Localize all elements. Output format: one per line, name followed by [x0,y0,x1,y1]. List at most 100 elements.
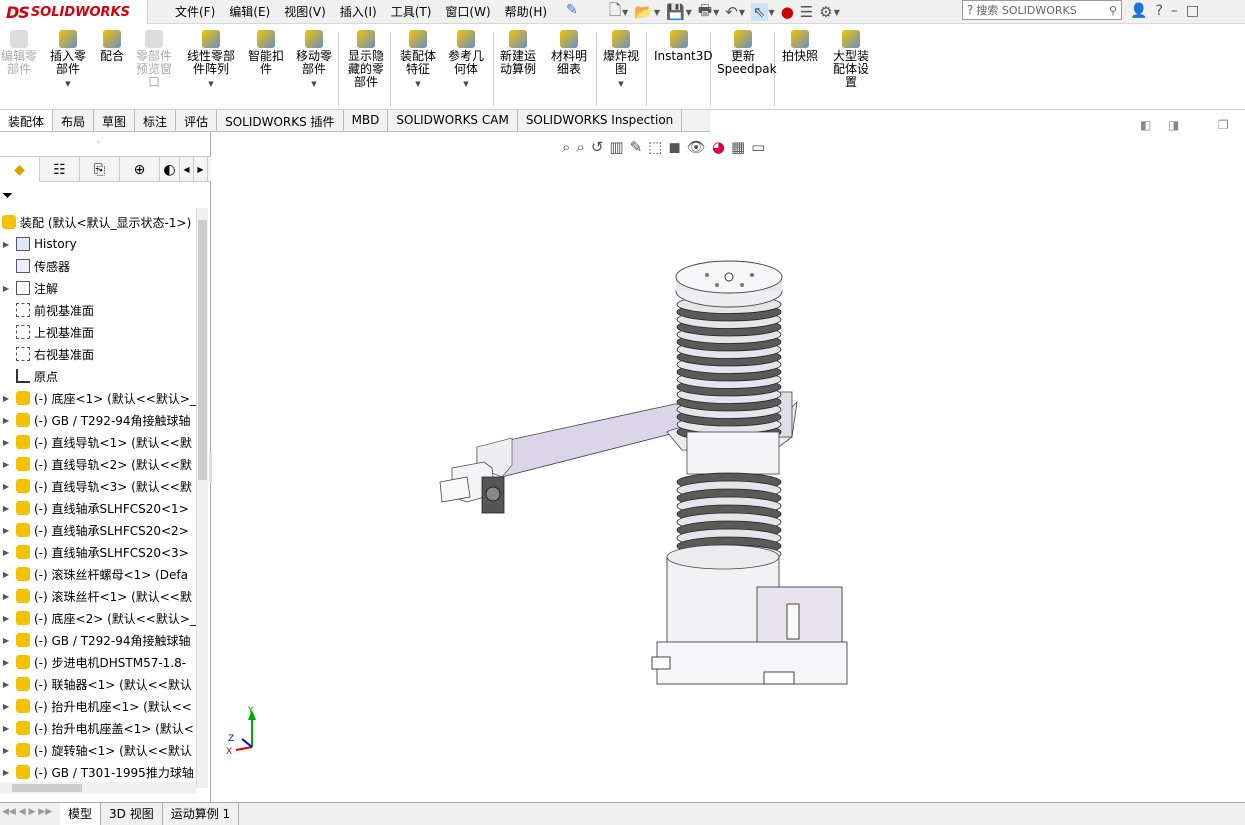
tree-item[interactable]: ▶ (-) 直线导轨<1> (默认<<默 [0,432,196,452]
tree-item[interactable]: ▶ 注解 [0,278,196,298]
expand-arrow-icon[interactable]: ▶ [0,592,12,601]
menu-insert[interactable]: 插入(I) [333,0,384,24]
tree-item[interactable]: ▶ (-) 联轴器<1> (默认<<默认 [0,674,196,694]
tree-item[interactable]: ▶ (-) GB / T292-94角接触球轴 [0,410,196,430]
chevron-down-icon[interactable]: ▼ [294,78,334,91]
chevron-down-icon[interactable]: ▼ [686,8,692,17]
pin-menu-icon[interactable]: ✎ [566,2,578,18]
tree-item[interactable]: ▶ (-) 抬升电机座盖<1> (默认< [0,718,196,738]
chevron-down-icon[interactable]: ▼ [446,78,486,91]
tree-item[interactable]: 原点 [0,366,196,386]
tab-model[interactable]: 模型 [60,803,102,825]
solidworks-logo[interactable]: DS SOLIDWORKS [0,0,148,24]
tree-item[interactable]: ▶ (-) 直线导轨<3> (默认<<默 [0,476,196,496]
expand-arrow-icon[interactable]: ▶ [0,680,12,689]
command-button-8[interactable]: 装配体 特征 ▼ [398,30,438,91]
tree-item[interactable]: ▶ (-) 旋转轴<1> (默认<<默认 [0,740,196,760]
dimxpert-tab-icon[interactable]: ⊕ [120,157,160,182]
expand-arrow-icon[interactable]: ▶ [0,482,12,491]
expand-arrow-icon[interactable]: ▶ [0,570,12,579]
chevron-down-icon[interactable]: ▼ [601,78,641,91]
expand-arrow-icon[interactable]: ▶ [0,724,12,733]
command-button-14[interactable]: 更新 Speedpak [717,30,777,76]
chevron-down-icon[interactable]: ▼ [713,8,719,17]
user-icon[interactable]: 👤 [1130,3,1147,19]
command-button-12[interactable]: 爆炸视 图 ▼ [601,30,641,91]
maximize-icon[interactable]: □ [1186,3,1199,19]
command-button-1[interactable]: 插入零 部件 ▼ [48,30,88,91]
tab-4[interactable]: 评估 [176,110,218,131]
tree-item[interactable]: ▶ (-) 直线导轨<2> (默认<<默 [0,454,196,474]
command-button-10[interactable]: 新建运 动算例 [498,30,538,76]
command-button-9[interactable]: 参考几 何体 ▼ [446,30,486,91]
tab-3d-views[interactable]: 3D 视图 [101,803,163,825]
expand-arrow-icon[interactable]: ▶ [0,526,12,535]
chevron-down-icon[interactable]: ▼ [48,78,88,91]
command-button-13[interactable]: Instant3D [654,30,713,63]
expand-arrow-icon[interactable]: ▶ [0,658,12,667]
chevron-down-icon[interactable]: ▼ [185,78,237,91]
chevron-down-icon[interactable]: ▼ [769,8,775,17]
tab-1[interactable]: 布局 [53,110,95,131]
tree-item[interactable]: 上视基准面 [0,322,196,342]
chevron-down-icon[interactable]: ▼ [622,8,628,17]
featuremanager-tab-icon[interactable]: ◆ [0,157,40,182]
tree-item[interactable]: ▶ (-) 滚珠丝杆螺母<1> (Defa [0,564,196,584]
command-button-5[interactable]: 智能扣 件 [246,30,286,76]
scroll-left-icon[interactable]: ◀ [180,157,194,182]
panel-grip-icon[interactable]: ◦ [96,138,101,147]
chevron-down-icon[interactable]: ▼ [739,8,745,17]
expand-arrow-icon[interactable]: ▶ [0,636,12,645]
tree-item[interactable]: 右视基准面 [0,344,196,364]
filter-icon[interactable]: ⏷ [2,188,13,204]
menu-tools[interactable]: 工具(T) [384,0,439,24]
menu-edit[interactable]: 编辑(E) [222,0,277,24]
print-icon[interactable]: 🖶 [698,0,712,25]
menu-file[interactable]: 文件(F) [168,0,222,24]
tree-item[interactable]: ▶ (-) 直线轴承SLHFCS20<3> [0,542,196,562]
tree-item[interactable]: 传感器 [0,256,196,276]
command-button-2[interactable]: 配合 [98,30,126,63]
expand-arrow-icon[interactable]: ▶ [0,746,12,755]
tree-item[interactable]: ▶ (-) 底座<1> (默认<<默认>_ [0,388,196,408]
expand-arrow-icon[interactable]: ▶ [0,240,12,249]
expand-arrow-icon[interactable]: ▶ [0,284,12,293]
minimize-icon[interactable]: – [1171,3,1178,19]
tab-motion-study-1[interactable]: 运动算例 1 [163,803,240,825]
help-icon[interactable]: ? [1155,3,1162,19]
configurationmanager-tab-icon[interactable]: ⎘ [80,157,120,182]
scrollbar-thumb[interactable] [198,220,207,480]
expand-arrow-icon[interactable]: ▶ [0,460,12,469]
search-icon[interactable]: ⚲ [1109,4,1117,17]
tree-item[interactable]: ▶ (-) GB / T292-94角接触球轴 [0,630,196,650]
propertymanager-tab-icon[interactable]: ☷ [40,157,80,182]
tab-scroll-arrows[interactable]: ◀◀ ◀ ▶ ▶▶ [0,803,60,825]
search-input[interactable]: ? 搜索 SOLIDWORKS ⚲ [962,0,1122,20]
chevron-down-icon[interactable]: ▼ [654,8,660,17]
expand-arrow-icon[interactable]: ▶ [0,394,12,403]
command-button-11[interactable]: 材料明 细表 [549,30,589,76]
tree-item[interactable]: ▶ (-) 直线轴承SLHFCS20<2> [0,520,196,540]
tree-horizontal-scrollbar[interactable] [0,782,196,794]
file-properties-icon[interactable]: ☰ [800,3,813,21]
tab-6[interactable]: MBD [344,110,389,131]
display-manager-tab-icon[interactable]: ◐ [160,157,180,182]
command-button-3[interactable]: 零部件 预览窗 口 [134,30,174,89]
scrollbar-thumb[interactable] [12,784,82,792]
restore-window-icon[interactable]: ❐ [1218,118,1229,132]
menu-window[interactable]: 窗口(W) [438,0,497,24]
command-button-6[interactable]: 移动零 部件 ▼ [294,30,334,91]
command-button-4[interactable]: 线性零部 件阵列 ▼ [185,30,237,91]
chevron-down-icon[interactable]: ▼ [398,78,438,91]
tree-item[interactable]: ▶ (-) 滚珠丝杆<1> (默认<<默 [0,586,196,606]
menu-view[interactable]: 视图(V) [277,0,333,24]
tab-8[interactable]: SOLIDWORKS Inspection [518,110,683,131]
command-button-16[interactable]: 大型装 配体设 置 [830,30,872,89]
chevron-down-icon[interactable]: ▼ [834,8,840,17]
rebuild-traffic-light-icon[interactable]: ● [781,3,794,21]
expand-arrow-icon[interactable]: ▶ [0,438,12,447]
tile-left-icon[interactable]: ◧ [1140,118,1151,132]
tree-vertical-scrollbar[interactable] [196,208,208,788]
command-button-15[interactable]: 拍快照 [780,30,820,63]
tree-item[interactable]: 前视基准面 [0,300,196,320]
